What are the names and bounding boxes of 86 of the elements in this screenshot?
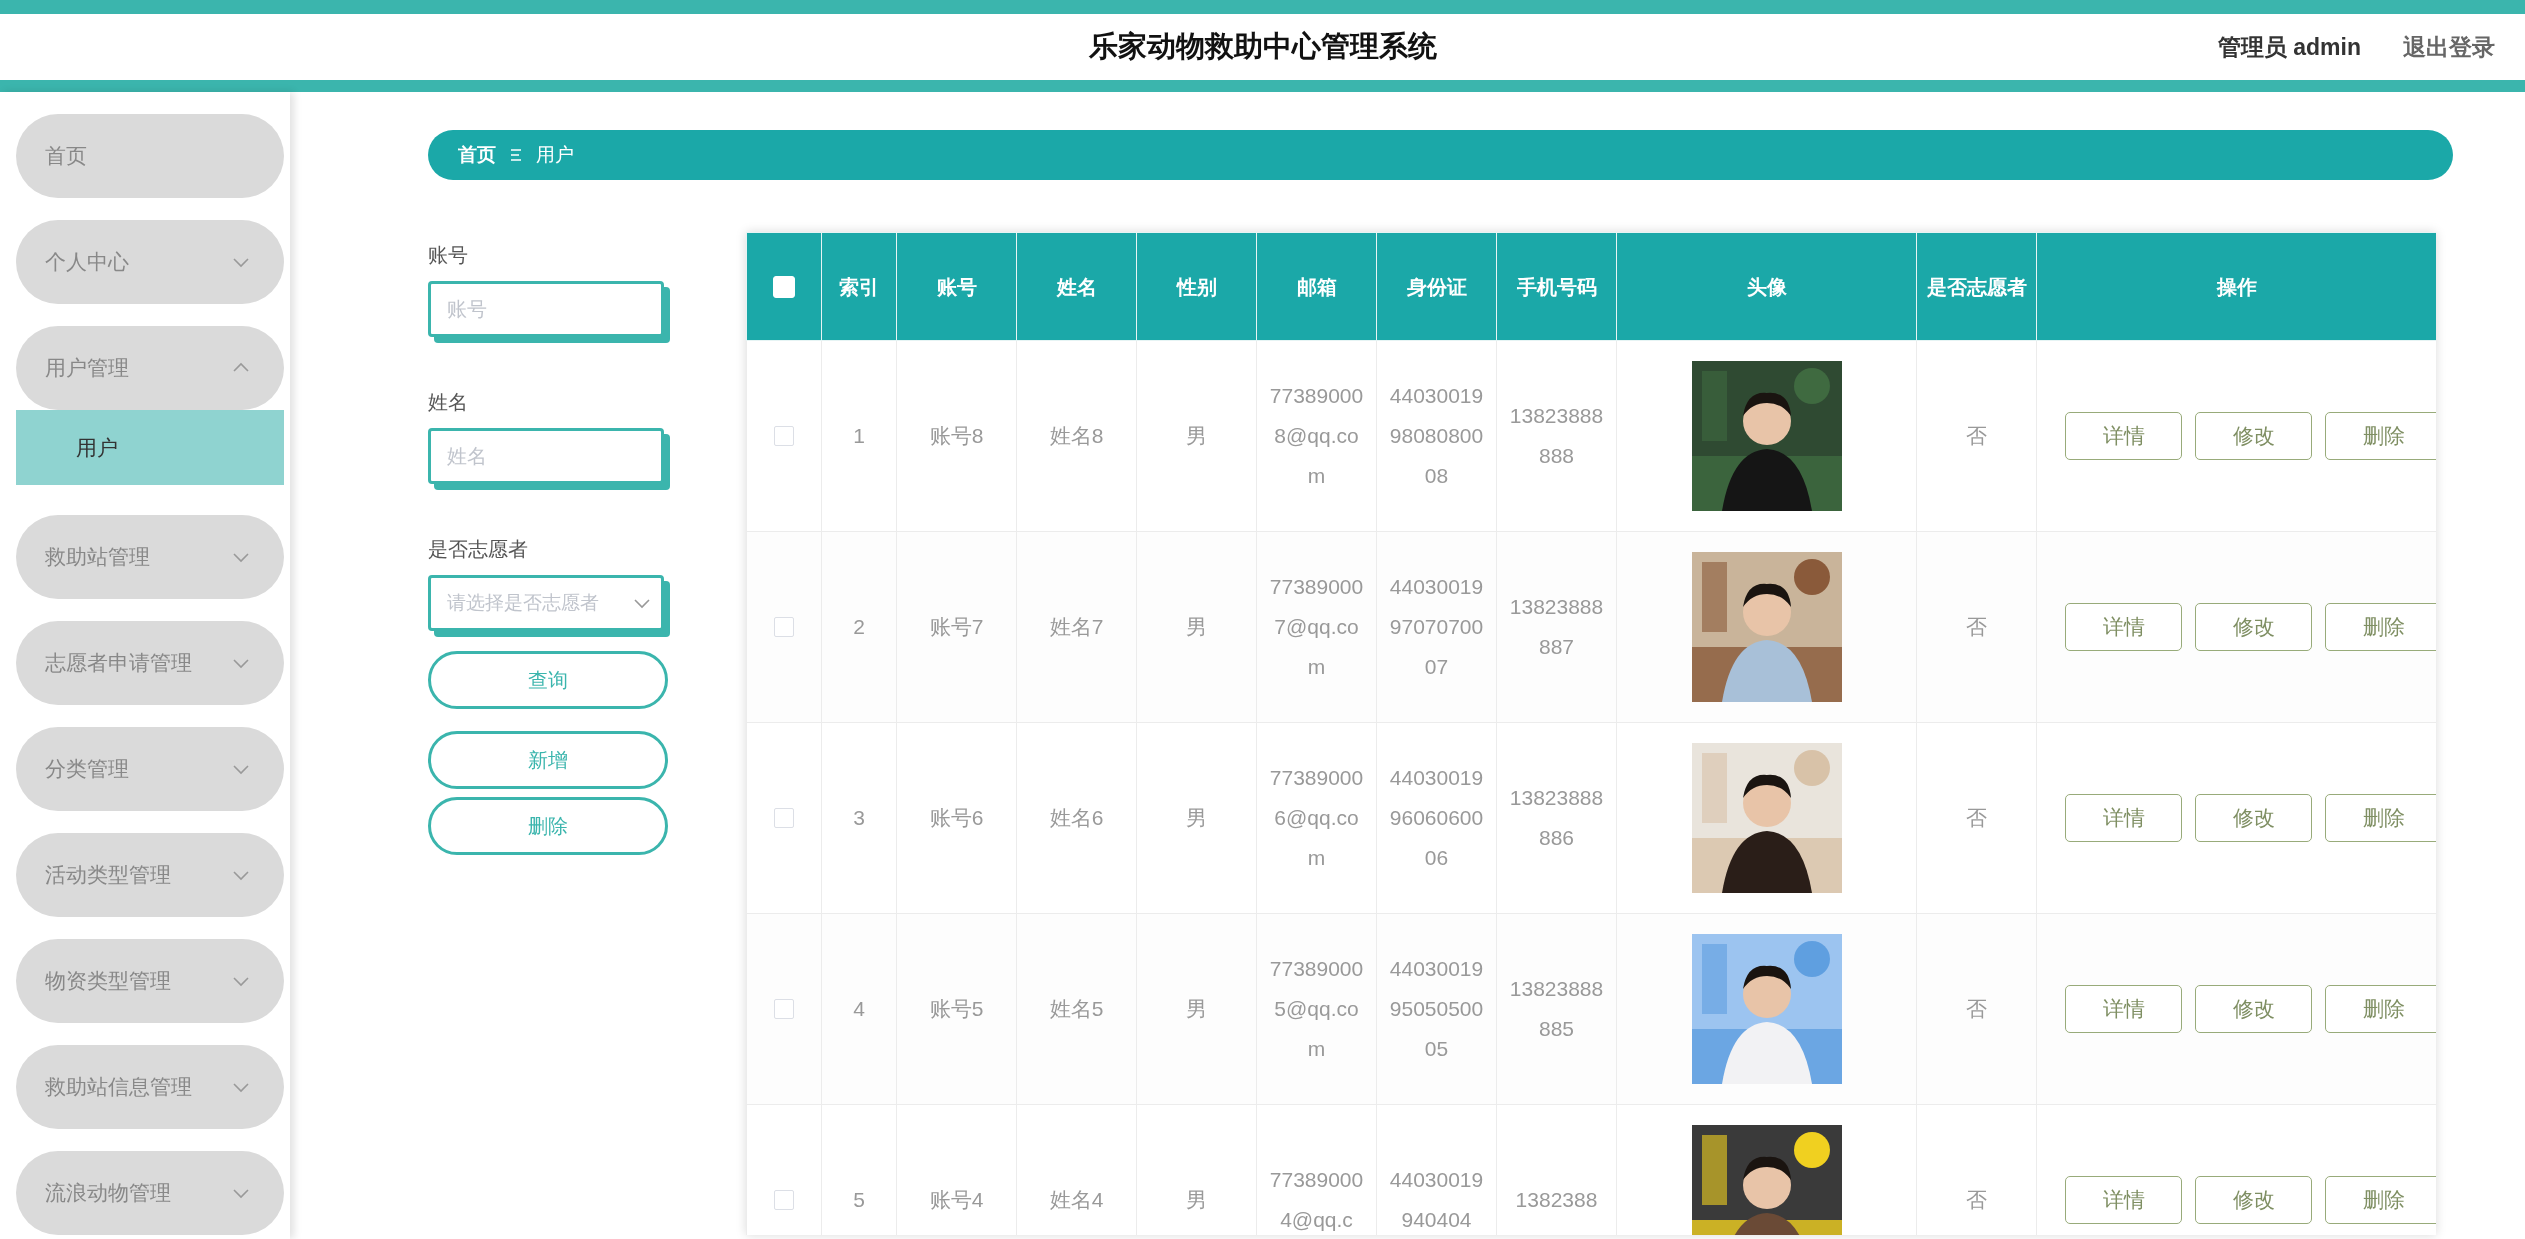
table-cell: 773890005@qq.com — [1269, 957, 1364, 1060]
row-checkbox[interactable] — [774, 808, 794, 828]
table-cell: 账号6 — [929, 806, 984, 829]
row-action-button[interactable]: 删除 — [2325, 1176, 2436, 1224]
table-cell: 773890004@qq.c — [1269, 1168, 1364, 1231]
select-all-checkbox[interactable] — [773, 275, 795, 298]
table-cell: 账号7 — [929, 615, 984, 638]
submenu-item[interactable]: 用户 — [16, 410, 284, 485]
table-cell: 440300199505050005 — [1389, 957, 1484, 1060]
row-action-button[interactable]: 删除 — [2325, 412, 2436, 460]
table-cell: 姓名4 — [1049, 1188, 1104, 1211]
table-cell: 男 — [1186, 615, 1207, 638]
row-action-button[interactable]: 删除 — [2325, 985, 2436, 1033]
row-action-button[interactable]: 修改 — [2195, 985, 2312, 1033]
table-cell: 账号4 — [929, 1188, 984, 1211]
table-cell: 1 — [853, 424, 865, 447]
row-action-button[interactable]: 详情 — [2065, 985, 2182, 1033]
row-action-button[interactable]: 修改 — [2195, 412, 2312, 460]
app-title: 乐家动物救助中心管理系统 — [1088, 29, 1437, 64]
table-cell: 440300199606060006 — [1389, 766, 1484, 869]
row-checkbox[interactable] — [774, 617, 794, 637]
table-cell: 账号8 — [929, 424, 984, 447]
table-cell: 否 — [1966, 615, 1987, 638]
logout-link[interactable]: 退出登录 — [2403, 31, 2495, 63]
table-cell: 姓名6 — [1049, 806, 1104, 829]
breadcrumb-item[interactable]: 首页 — [458, 142, 496, 168]
breadcrumb-item[interactable]: 用户 — [536, 142, 574, 168]
input-field[interactable]: 姓名 — [428, 428, 664, 484]
table-cell: 否 — [1966, 806, 1987, 829]
table-cell: 440300199707070007 — [1389, 575, 1484, 678]
row-action-button[interactable]: 详情 — [2065, 412, 2182, 460]
row-action-button[interactable]: 详情 — [2065, 603, 2182, 651]
table-cell: 2 — [853, 615, 865, 638]
table-cell: 姓名8 — [1049, 424, 1104, 447]
table-cell: 3 — [853, 806, 865, 829]
table-cell: 44030019940404 — [1389, 1168, 1484, 1231]
row-action-button[interactable]: 删除 — [2325, 603, 2436, 651]
row-action-button[interactable]: 修改 — [2195, 1176, 2312, 1224]
action-button[interactable]: 删除 — [428, 797, 668, 855]
table-cell: 13823888887 — [1509, 595, 1604, 658]
table-cell: 773890006@qq.com — [1269, 766, 1364, 869]
menu-item[interactable]: 物资类型管理 — [16, 939, 284, 1023]
table-cell: 男 — [1186, 1188, 1207, 1211]
menu-item[interactable]: 分类管理 — [16, 727, 284, 811]
table-cell: 男 — [1186, 806, 1207, 829]
action-button[interactable]: 新增 — [428, 731, 668, 789]
table-cell: 否 — [1966, 997, 1987, 1020]
table-cell: 773890008@qq.com — [1269, 384, 1364, 487]
table-cell: 账号5 — [929, 997, 984, 1020]
action-button[interactable]: 查询 — [428, 651, 668, 709]
menu-item[interactable]: 志愿者申请管理 — [16, 621, 284, 705]
table-cell: 否 — [1966, 1188, 1987, 1211]
table-cell: 13823888885 — [1509, 977, 1604, 1040]
table-cell: 773890007@qq.com — [1269, 575, 1364, 678]
table-cell: 440300199808080008 — [1389, 384, 1484, 487]
row-action-button[interactable]: 详情 — [2065, 1176, 2182, 1224]
input-field[interactable]: 账号 — [428, 281, 664, 337]
row-checkbox[interactable] — [774, 999, 794, 1019]
table-cell: 男 — [1186, 997, 1207, 1020]
menu-item[interactable]: 个人中心 — [16, 220, 284, 304]
field-label: 姓名 — [428, 390, 469, 415]
menu-item[interactable]: 救助站管理 — [16, 515, 284, 599]
table-cell: 否 — [1966, 424, 1987, 447]
row-action-button[interactable]: 详情 — [2065, 794, 2182, 842]
menu-item[interactable]: 活动类型管理 — [16, 833, 284, 917]
row-action-button[interactable]: 修改 — [2195, 794, 2312, 842]
field-label: 账号 — [428, 243, 469, 268]
user-label: 管理员 admin — [2217, 32, 2361, 62]
menu-item[interactable]: 首页 — [16, 114, 284, 198]
field-label: 是否志愿者 — [428, 537, 529, 562]
separator-icon — [510, 148, 522, 162]
menu-item[interactable]: 救助站信息管理 — [16, 1045, 284, 1129]
row-checkbox[interactable] — [774, 426, 794, 446]
row-checkbox[interactable] — [774, 1190, 794, 1210]
table-cell: 13823888886 — [1509, 786, 1604, 849]
row-action-button[interactable]: 修改 — [2195, 603, 2312, 651]
menu-item[interactable]: 用户管理 — [16, 326, 284, 410]
table-cell: 姓名7 — [1049, 615, 1104, 638]
table-cell: 1382388 — [1515, 1188, 1598, 1211]
table-cell: 4 — [853, 997, 865, 1020]
table-cell: 5 — [853, 1188, 865, 1211]
table-cell: 姓名5 — [1049, 997, 1104, 1020]
menu-item[interactable]: 流浪动物管理 — [16, 1151, 284, 1235]
table-cell: 13823888888 — [1509, 404, 1604, 467]
table-cell: 男 — [1186, 424, 1207, 447]
row-action-button[interactable]: 删除 — [2325, 794, 2436, 842]
